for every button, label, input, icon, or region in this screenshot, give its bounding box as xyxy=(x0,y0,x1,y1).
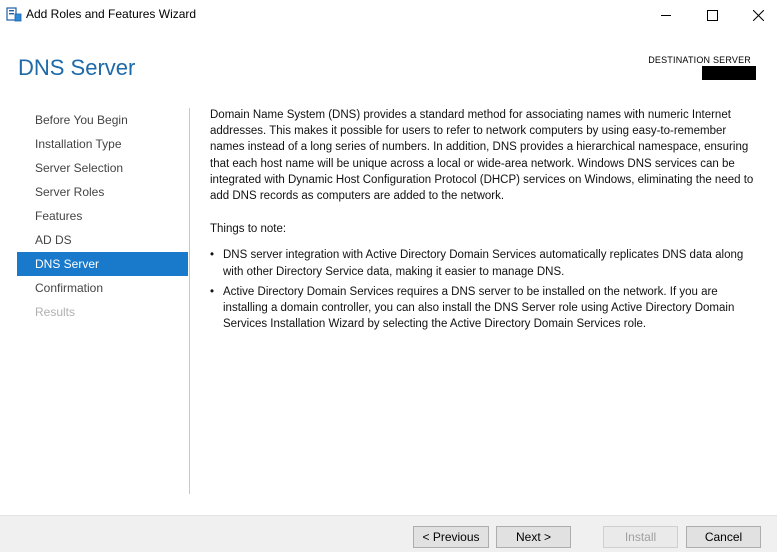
next-button[interactable]: Next > xyxy=(496,526,571,548)
close-icon xyxy=(752,9,764,21)
intro-text: Domain Name System (DNS) provides a stan… xyxy=(210,109,754,203)
nav-item-features[interactable]: Features xyxy=(17,204,188,228)
note-item: DNS server integration with Active Direc… xyxy=(210,247,762,279)
content-pane: Domain Name System (DNS) provides a stan… xyxy=(210,107,762,336)
nav-item-confirmation[interactable]: Confirmation xyxy=(17,276,188,300)
title-bar: Add Roles and Features Wizard xyxy=(0,0,777,30)
nav-item-results: Results xyxy=(35,305,76,319)
page-title: DNS Server xyxy=(18,55,136,80)
notes-title: Things to note: xyxy=(210,223,287,236)
install-button: Install xyxy=(603,526,678,548)
minimize-button[interactable] xyxy=(643,0,689,30)
nav-item-dns-server[interactable]: DNS Server xyxy=(17,252,188,276)
cancel-button[interactable]: Cancel xyxy=(686,526,761,548)
minimize-icon xyxy=(660,14,671,16)
note-item: Active Directory Domain Services require… xyxy=(210,284,762,333)
notes-list: DNS server integration with Active Direc… xyxy=(210,247,762,332)
previous-button[interactable]: < Previous xyxy=(413,526,489,548)
close-button[interactable] xyxy=(735,0,777,30)
destination-server-redacted xyxy=(702,66,756,80)
window-title: Add Roles and Features Wizard xyxy=(26,7,197,21)
destination-server-label: DESTINATION SERVER xyxy=(648,55,751,65)
server-manager-icon xyxy=(6,7,22,22)
maximize-icon xyxy=(706,9,718,21)
nav-item-server-selection[interactable]: Server Selection xyxy=(17,156,188,180)
maximize-button[interactable] xyxy=(689,0,735,30)
nav-item-server-roles[interactable]: Server Roles xyxy=(17,180,188,204)
button-bar: < Previous Next > Install Cancel xyxy=(0,515,777,552)
wizard-nav: Before You Begin Installation Type Serve… xyxy=(17,108,188,324)
nav-divider xyxy=(189,108,190,494)
nav-item-installation-type[interactable]: Installation Type xyxy=(17,132,188,156)
nav-item-ad-ds[interactable]: AD DS xyxy=(17,228,188,252)
nav-item-before-you-begin[interactable]: Before You Begin xyxy=(17,108,188,132)
